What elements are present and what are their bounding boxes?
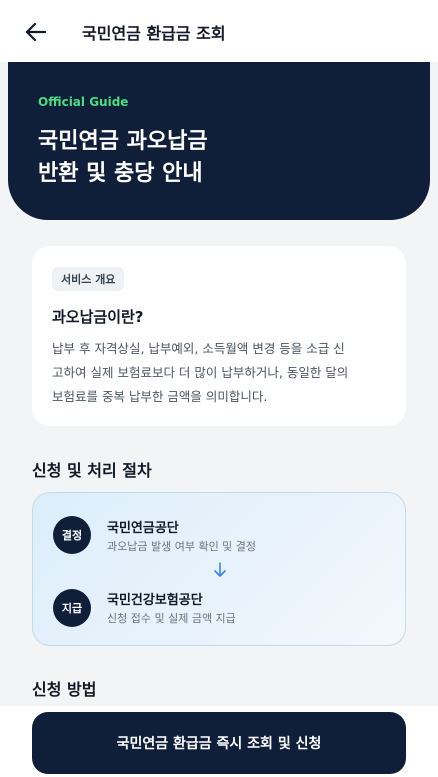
hero-banner: Official Guide 국민연금 과오납금 반환 및 충당 안내 xyxy=(8,62,430,220)
hero-title: 국민연금 과오납금 반환 및 충당 안내 xyxy=(38,126,208,190)
overview-body-line3: 보험료를 중복 납부한 금액을 의미합니다. xyxy=(52,389,268,404)
step-badge-decide: 결정 xyxy=(53,516,91,554)
overview-title: 과오납금이란? xyxy=(52,308,144,326)
overview-body-line1: 납부 후 자격상실, 납부예외, 소득월액 변경 등을 소급 신 xyxy=(52,341,345,356)
hero-title-line1: 국민연금 과오납금 xyxy=(38,129,208,154)
overview-card: 서비스 개요 과오납금이란? 납부 후 자격상실, 납부예외, 소득월액 변경 … xyxy=(32,246,406,426)
app-bar: 국민연금 환급금 조회 xyxy=(0,0,438,62)
page-title: 국민연금 환급금 조회 xyxy=(82,24,226,43)
step-desc: 과오납금 발생 여부 확인 및 결정 xyxy=(107,540,257,553)
method-section-title: 신청 방법 xyxy=(32,680,97,699)
process-box: 결정 국민연금공단 과오납금 발생 여부 확인 및 결정 지급 국민건강보험공단… xyxy=(32,492,406,646)
step-org: 국민건강보험공단 xyxy=(107,593,203,608)
process-section-title: 신청 및 처리 절차 xyxy=(32,461,152,480)
overview-body: 납부 후 자격상실, 납부예외, 소득월액 변경 등을 소급 신 고하여 실제 … xyxy=(52,337,392,409)
step-badge-pay: 지급 xyxy=(53,589,91,627)
hero-title-line2: 반환 및 충당 안내 xyxy=(38,161,203,186)
arrow-left-icon xyxy=(26,23,46,41)
step-org: 국민연금공단 xyxy=(107,521,179,536)
overview-body-line2: 고하여 실제 보험료보다 더 많이 납부하거나, 동일한 달의 xyxy=(52,365,349,380)
step-desc: 신청 접수 및 실제 금액 지급 xyxy=(107,612,236,625)
overview-chip: 서비스 개요 xyxy=(52,267,125,291)
hero-tag: Official Guide xyxy=(38,95,129,109)
lookup-apply-button[interactable]: 국민연금 환급금 즉시 조회 및 신청 xyxy=(32,712,406,774)
arrow-down-icon xyxy=(214,562,226,577)
back-button[interactable] xyxy=(22,18,50,46)
